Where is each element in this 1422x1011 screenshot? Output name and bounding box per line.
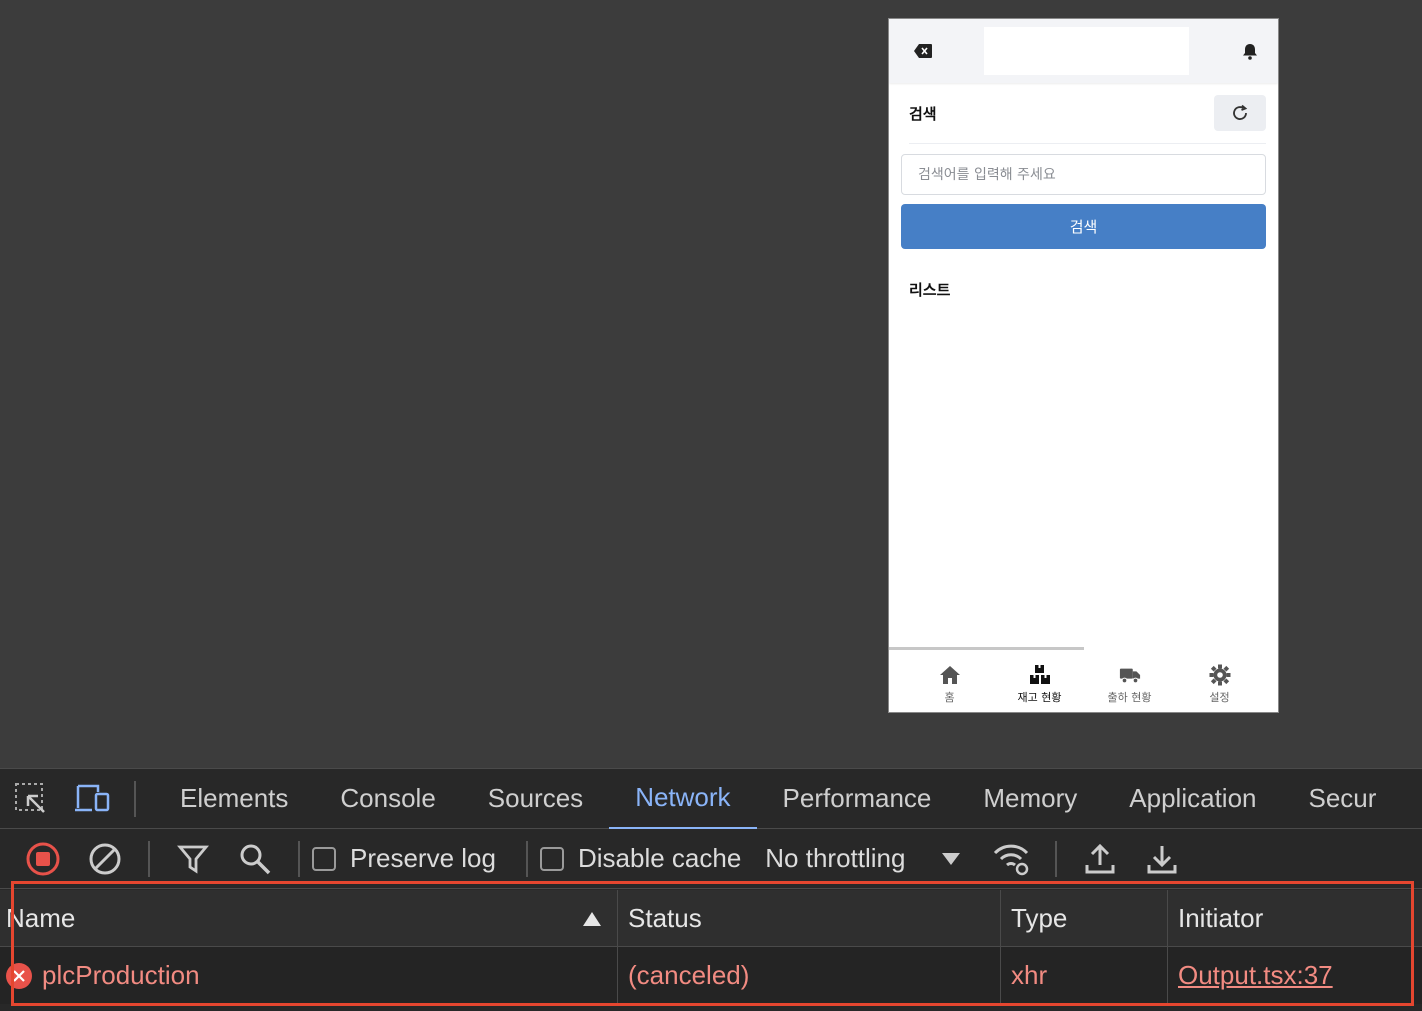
inspect-icon[interactable]	[0, 769, 62, 829]
tab-memory[interactable]: Memory	[957, 769, 1103, 829]
search-button[interactable]: 검색	[901, 204, 1266, 249]
filter-icon[interactable]	[172, 838, 214, 880]
bottom-nav: 홈 재고 현황 출하 현황 설정	[889, 652, 1278, 712]
initiator-cell: Output.tsx:37	[1168, 947, 1422, 1004]
preserve-log-label: Preserve log	[350, 843, 496, 873]
tab-network[interactable]: Network	[609, 769, 757, 829]
request-status: (canceled)	[618, 947, 1001, 1004]
checkbox-box[interactable]	[539, 846, 564, 871]
request-name: plcProduction	[42, 960, 200, 990]
search-section-header: 검색	[889, 83, 1278, 143]
clear-icon[interactable]	[84, 838, 126, 880]
device-toggle-icon[interactable]	[62, 769, 124, 829]
boxes-icon	[1029, 665, 1050, 684]
throttling-select[interactable]: No throttling	[765, 843, 961, 874]
toolbar-divider	[134, 780, 136, 817]
request-type: xhr	[1001, 947, 1168, 1004]
toolbar-divider	[298, 840, 300, 877]
tab-sources[interactable]: Sources	[462, 769, 609, 829]
search-icon[interactable]	[234, 838, 276, 880]
table-header: Name Status Type Initiator	[0, 890, 1422, 947]
column-header-type[interactable]: Type	[1001, 890, 1168, 946]
column-header-initiator[interactable]: Initiator	[1168, 890, 1422, 946]
request-name-cell[interactable]: plcProduction	[0, 947, 618, 1004]
backspace-icon[interactable]	[913, 41, 933, 61]
table-row[interactable]: plcProduction (canceled) xhr Output.tsx:…	[0, 947, 1422, 1004]
column-header-name[interactable]: Name	[0, 890, 618, 946]
divider	[909, 143, 1266, 144]
preserve-log-checkbox[interactable]: Preserve log	[312, 843, 496, 874]
refresh-button[interactable]	[1214, 95, 1266, 131]
column-header-status[interactable]: Status	[618, 890, 1001, 946]
search-section-title: 검색	[909, 104, 937, 123]
nav-label: 홈	[944, 691, 955, 704]
truck-icon	[1119, 668, 1140, 684]
nav-label: 재고 현황	[1017, 691, 1062, 704]
network-request-table: Name Status Type Initiator plcProduction…	[0, 890, 1422, 1004]
checkbox-box[interactable]	[312, 846, 336, 871]
gear-icon	[1209, 664, 1230, 686]
error-icon	[6, 962, 32, 989]
import-har-icon[interactable]	[1079, 838, 1121, 880]
list-section-title: 리스트	[909, 281, 951, 299]
network-conditions-icon[interactable]	[991, 838, 1033, 880]
initiator-link[interactable]: Output.tsx:37	[1178, 960, 1333, 991]
tab-security[interactable]: Secur	[1283, 769, 1403, 829]
devtools-panel: Elements Console Sources Network Perform…	[0, 768, 1422, 1011]
export-har-icon[interactable]	[1141, 838, 1183, 880]
mobile-viewport: 검색 검색 리스트 홈 재고 현황 출하 현황 설정	[888, 18, 1279, 713]
nav-item-settings[interactable]: 설정	[1175, 664, 1265, 712]
nav-label: 설정	[1209, 691, 1230, 704]
column-header-label: Name	[6, 902, 76, 933]
refresh-icon	[1233, 104, 1248, 120]
tab-console[interactable]: Console	[314, 769, 461, 829]
disable-cache-checkbox[interactable]: Disable cache	[539, 843, 742, 874]
devtools-tab-bar: Elements Console Sources Network Perform…	[0, 769, 1422, 829]
search-input[interactable]	[901, 154, 1266, 195]
toolbar-divider	[148, 840, 150, 877]
nav-item-shipping[interactable]: 출하 현황	[1085, 664, 1175, 712]
record-stop-icon[interactable]	[22, 838, 64, 880]
tab-performance[interactable]: Performance	[757, 769, 958, 829]
tab-elements[interactable]: Elements	[154, 769, 314, 829]
tab-application[interactable]: Application	[1103, 769, 1282, 829]
toolbar-divider	[525, 840, 528, 877]
toolbar-divider	[1055, 840, 1058, 877]
nav-item-inventory[interactable]: 재고 현황	[995, 664, 1085, 712]
network-toolbar: Preserve log Disable cache No throttling	[0, 829, 1422, 889]
nav-label: 출하 현황	[1107, 691, 1152, 704]
home-icon	[939, 666, 960, 684]
chevron-down-icon	[942, 852, 961, 865]
throttling-value: No throttling	[765, 843, 906, 873]
nav-item-home[interactable]: 홈	[905, 664, 995, 712]
disable-cache-label: Disable cache	[577, 843, 742, 873]
app-header	[889, 19, 1278, 83]
sort-ascending-icon	[583, 912, 601, 926]
bell-icon[interactable]	[1240, 41, 1260, 61]
logo-placeholder	[984, 27, 1189, 75]
scroll-indicator	[889, 647, 1084, 650]
